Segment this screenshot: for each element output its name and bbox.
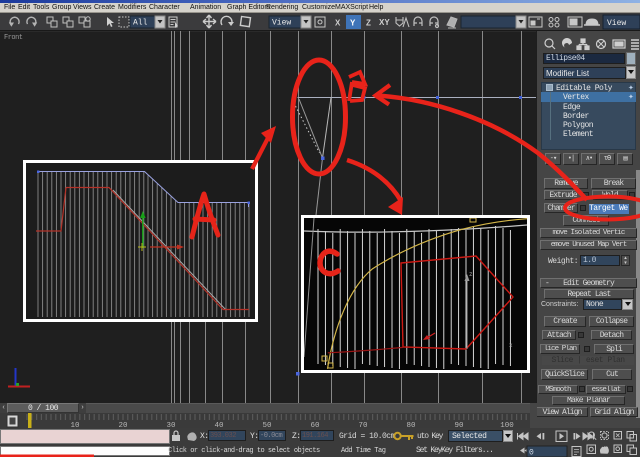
svg-text:z: z — [469, 271, 473, 278]
svg-text:0: 0 — [529, 449, 534, 457]
svg-text:Y: Y — [350, 19, 356, 28]
svg-text:X: X — [335, 19, 341, 28]
svg-text:View: View — [272, 19, 291, 28]
svg-text:View: View — [607, 19, 626, 28]
svg-text:x: x — [509, 342, 513, 349]
svg-text:All: All — [133, 19, 148, 28]
svg-text:XY: XY — [379, 18, 390, 27]
svg-text:Z: Z — [366, 19, 371, 28]
